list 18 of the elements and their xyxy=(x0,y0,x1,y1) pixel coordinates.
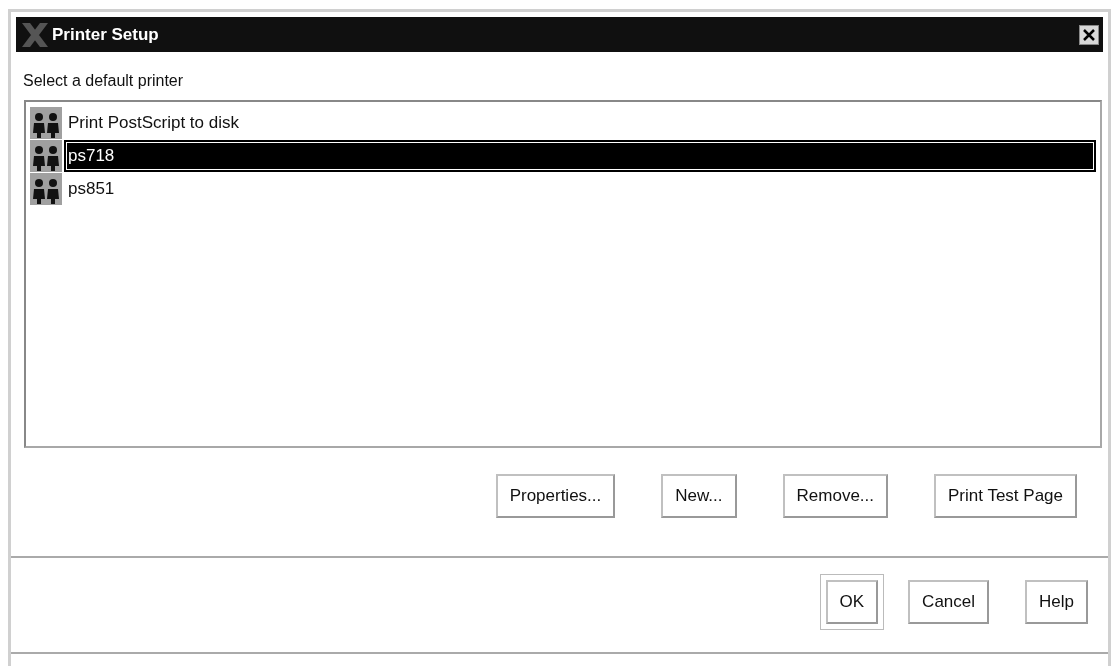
printer-item[interactable]: Print PostScript to disk xyxy=(64,107,1096,139)
close-button[interactable] xyxy=(1079,24,1099,45)
printer-item[interactable]: ps718 xyxy=(64,140,1096,172)
x-logo-icon xyxy=(20,21,50,48)
action-button[interactable]: Print Test Page xyxy=(934,474,1077,518)
dialog-button[interactable]: Cancel xyxy=(908,580,990,624)
action-button[interactable]: Remove... xyxy=(782,474,888,518)
action-button[interactable]: Properties... xyxy=(495,474,616,518)
window-title: Printer Setup xyxy=(52,24,160,45)
dialog-button[interactable]: Help xyxy=(1025,580,1088,624)
printer-people-icon xyxy=(30,140,62,172)
printer-item[interactable]: ps851 xyxy=(64,173,1096,205)
printer-people-icon xyxy=(30,173,62,205)
close-icon xyxy=(1082,27,1096,42)
printer-people-icon xyxy=(30,107,62,139)
prompt-label: Select a default printer xyxy=(23,72,185,90)
dialog-button[interactable]: OK xyxy=(825,580,879,624)
action-button[interactable]: New... xyxy=(661,474,737,518)
